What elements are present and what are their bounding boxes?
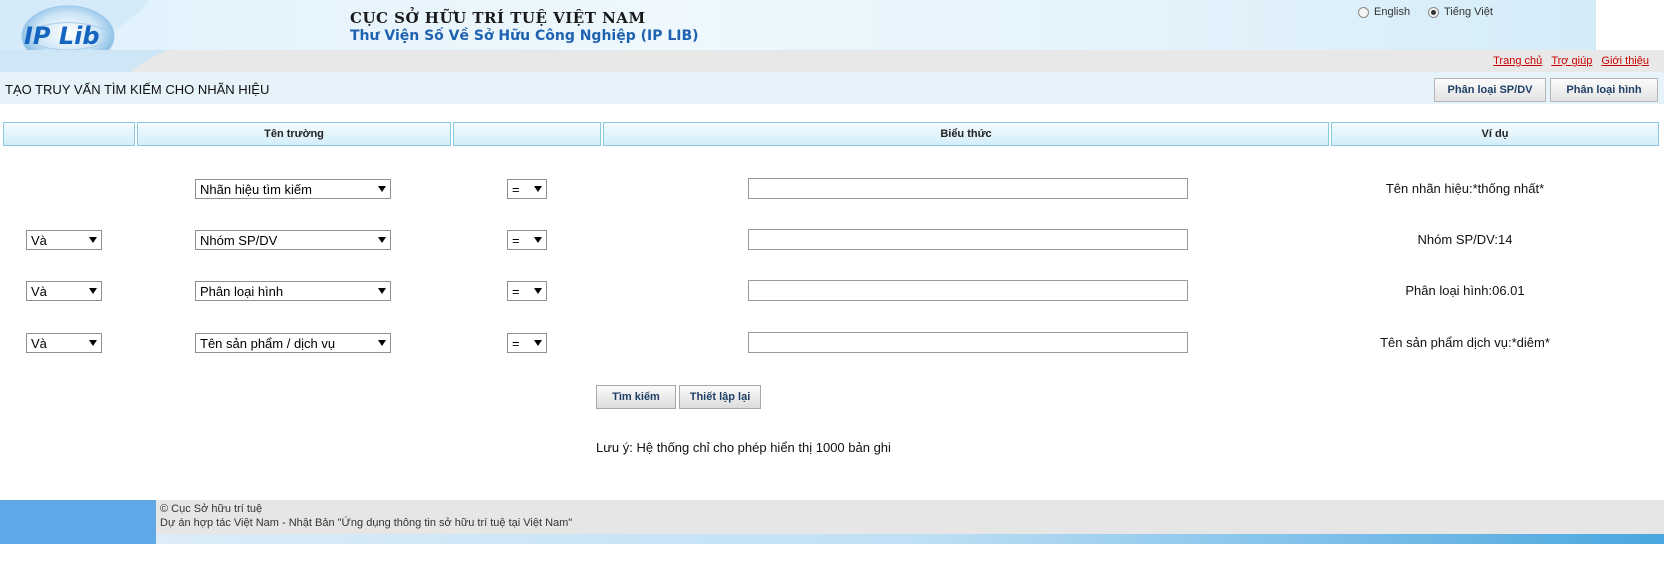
- expression-input[interactable]: [748, 178, 1188, 199]
- nav-band: [0, 50, 1664, 72]
- header-example: Ví dụ: [1331, 122, 1659, 146]
- footer-accent: [0, 500, 156, 544]
- example-text: Phân loại hình:06.01: [1405, 283, 1525, 298]
- library-subtitle: Thư Viện Số Về Sở Hữu Công Nghiệp (IP LI…: [350, 28, 699, 44]
- top-links: Trang chủ Trợ giúp Giới thiệu: [1487, 55, 1649, 67]
- footer-project: Dự án hợp tác Việt Nam - Nhật Bản "Ứng d…: [160, 517, 573, 529]
- radio-vietnamese[interactable]: [1428, 6, 1439, 18]
- chevron-down-icon: [534, 288, 542, 294]
- header-operator: [453, 122, 601, 146]
- search-button[interactable]: Tìm kiếm: [596, 385, 676, 409]
- operator-select[interactable]: =: [507, 281, 547, 301]
- chevron-down-icon: [378, 288, 386, 294]
- chevron-down-icon: [89, 288, 97, 294]
- expression-input[interactable]: [748, 280, 1188, 301]
- logic-select[interactable]: Và: [26, 230, 102, 250]
- footer-strip: [156, 534, 1664, 544]
- chevron-down-icon: [378, 186, 386, 192]
- site-header: [0, 0, 1664, 50]
- link-about[interactable]: Giới thiệu: [1601, 55, 1649, 67]
- result-limit-note: Lưu ý: Hệ thống chỉ cho phép hiển thị 10…: [596, 440, 891, 455]
- reset-button[interactable]: Thiết lập lại: [679, 385, 761, 409]
- lang-vietnamese-label: Tiếng Việt: [1444, 6, 1493, 18]
- chevron-down-icon: [534, 237, 542, 243]
- chevron-down-icon: [378, 340, 386, 346]
- band-curve-decoration: [0, 50, 170, 72]
- example-text: Tên nhãn hiệu:*thống nhất*: [1385, 181, 1545, 196]
- chevron-down-icon: [378, 237, 386, 243]
- logo-text: IP Lib: [24, 22, 100, 50]
- radio-english[interactable]: [1358, 6, 1369, 18]
- expression-input[interactable]: [748, 332, 1188, 353]
- operator-select[interactable]: =: [507, 230, 547, 250]
- field-select[interactable]: Nhãn hiệu tìm kiếm: [195, 179, 391, 199]
- example-text: Tên sản phẩm dịch vụ:*diêm*: [1380, 335, 1550, 350]
- footer-copyright: © Cục Sở hữu trí tuệ: [160, 503, 263, 515]
- field-select[interactable]: Phân loại hình: [195, 281, 391, 301]
- chevron-down-icon: [89, 237, 97, 243]
- chevron-down-icon: [89, 340, 97, 346]
- header-field-name: Tên trường: [137, 122, 451, 146]
- chevron-down-icon: [534, 340, 542, 346]
- link-help[interactable]: Trợ giúp: [1551, 55, 1592, 67]
- lang-vietnamese[interactable]: Tiếng Việt: [1428, 6, 1493, 18]
- logic-select[interactable]: Và: [26, 281, 102, 301]
- lang-english[interactable]: English: [1358, 6, 1410, 18]
- header-logic: [3, 122, 135, 146]
- field-select[interactable]: Nhóm SP/DV: [195, 230, 391, 250]
- logic-select[interactable]: Và: [26, 333, 102, 353]
- header-expression: Biểu thức: [603, 122, 1329, 146]
- link-home[interactable]: Trang chủ: [1493, 55, 1542, 67]
- page-title: TẠO TRUY VẤN TÌM KIẾM CHO NHÃN HIỆU: [5, 82, 270, 97]
- example-text: Nhóm SP/DV:14: [1417, 232, 1513, 247]
- expression-input[interactable]: [748, 229, 1188, 250]
- operator-select[interactable]: =: [507, 179, 547, 199]
- classify-image-button[interactable]: Phân loại hình: [1550, 78, 1658, 102]
- agency-title: CỤC SỞ HỮU TRÍ TUỆ VIỆT NAM: [350, 9, 646, 27]
- chevron-down-icon: [534, 186, 542, 192]
- field-select[interactable]: Tên sản phẩm / dịch vụ: [195, 333, 391, 353]
- lang-english-label: English: [1374, 6, 1411, 18]
- classify-goods-button[interactable]: Phân loại SP/DV: [1434, 78, 1546, 102]
- operator-select[interactable]: =: [507, 333, 547, 353]
